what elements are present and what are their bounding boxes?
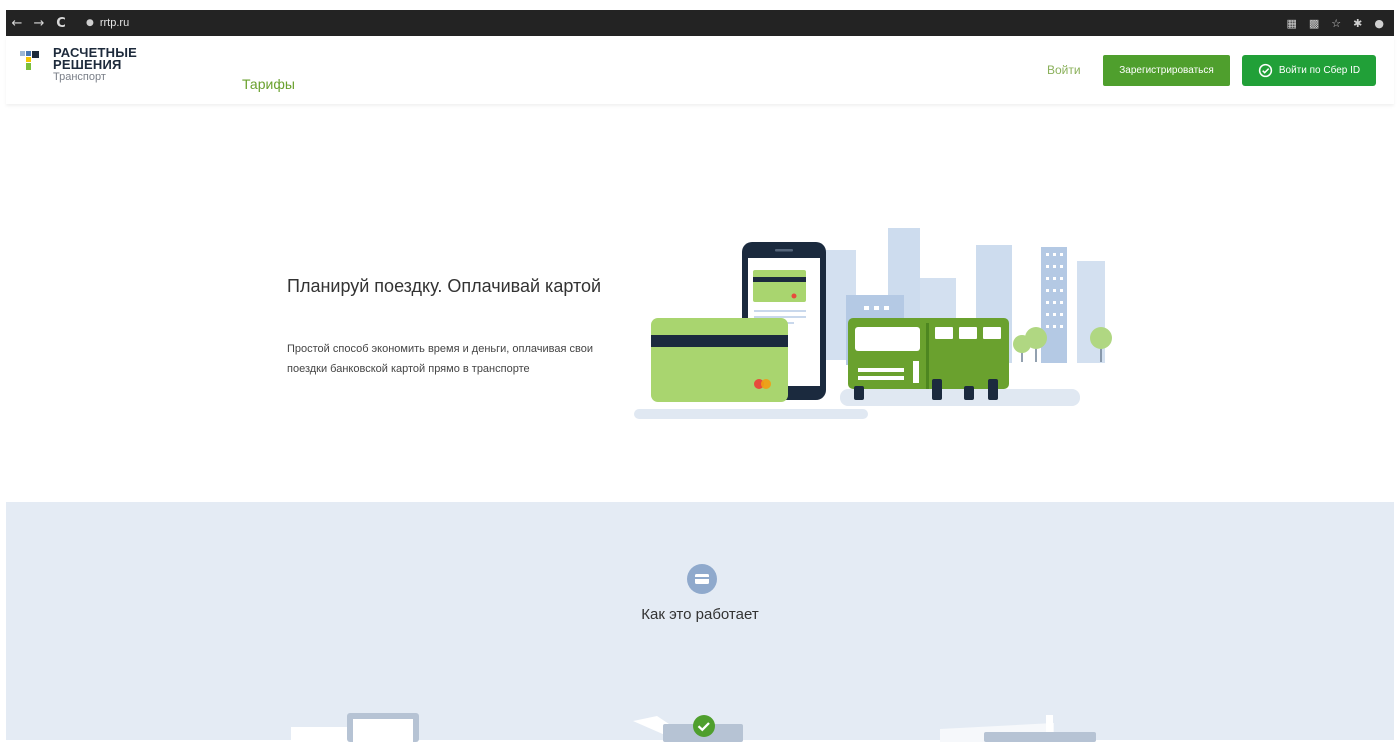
qr-code-icon[interactable]: ▦ <box>1286 17 1296 30</box>
transport-payment-illustration <box>634 228 1112 419</box>
register-button[interactable]: Зарегистрироваться <box>1103 55 1230 86</box>
browser-toolbar: ← → C ● rrtp.ru ▦ ▩ ☆ ✱ ● <box>0 0 1400 36</box>
logo-line-2: РЕШЕНИЯ <box>53 57 122 72</box>
profile-icon[interactable]: ● <box>1374 17 1384 30</box>
site-header: РАСЧЕТНЫЕ РЕШЕНИЯ Транспорт Тарифы Войти… <box>6 36 1394 104</box>
sber-id-label: Войти по Сбер ID <box>1278 65 1361 76</box>
how-steps-illustrations <box>291 713 1096 742</box>
logo-mark-icon <box>20 47 48 77</box>
how-it-works-section: Как это работает <box>6 502 1394 742</box>
forward-arrow-icon[interactable]: → <box>28 16 50 31</box>
browser-actions: ▦ ▩ ☆ ✱ ● <box>1286 17 1394 30</box>
translate-icon[interactable]: ▩ <box>1309 17 1319 30</box>
logo-text: РАСЧЕТНЫЕ РЕШЕНИЯ Транспорт <box>53 46 137 83</box>
login-link[interactable]: Войти <box>1047 63 1081 77</box>
back-arrow-icon[interactable]: ← <box>6 16 28 31</box>
logo-line-3: Транспорт <box>53 71 106 83</box>
extensions-icon[interactable]: ✱ <box>1353 17 1362 30</box>
browser-strip: ← → C ● rrtp.ru ▦ ▩ ☆ ✱ ● <box>6 10 1394 36</box>
reload-icon[interactable]: C <box>50 16 72 31</box>
lock-icon: ● <box>86 18 94 28</box>
bookmark-star-icon[interactable]: ☆ <box>1331 17 1341 30</box>
sber-check-icon <box>1258 63 1273 78</box>
how-it-works-title: Как это работает <box>641 606 759 623</box>
address-bar[interactable]: rrtp.ru <box>100 17 129 29</box>
nav-link-tariffs[interactable]: Тарифы <box>242 76 295 92</box>
card-badge-icon <box>687 564 717 594</box>
hero-subtitle: Простой способ экономить время и деньги,… <box>287 343 593 375</box>
hero-title: Планируй поездку. Оплачивай картой <box>287 276 602 296</box>
sber-id-login-button[interactable]: Войти по Сбер ID <box>1242 55 1376 86</box>
site-logo[interactable]: РАСЧЕТНЫЕ РЕШЕНИЯ Транспорт <box>20 46 137 83</box>
